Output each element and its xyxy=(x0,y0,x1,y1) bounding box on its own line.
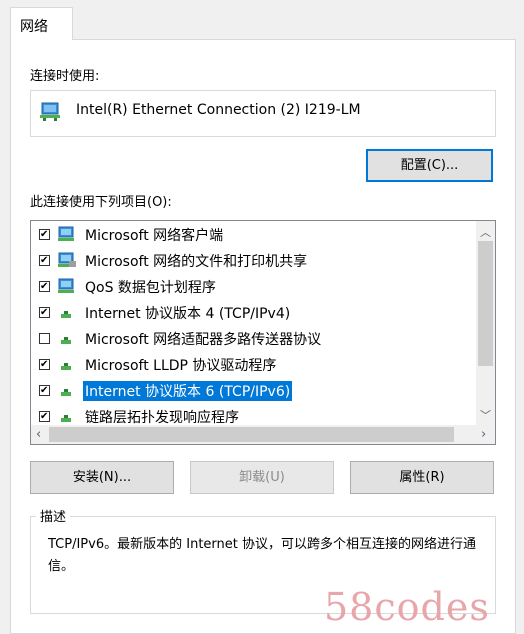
vertical-scroll-thumb[interactable] xyxy=(478,241,493,366)
item-checkbox[interactable] xyxy=(39,281,50,292)
items-label: 此连接使用下列项目(O): xyxy=(30,195,172,210)
components-list[interactable]: Microsoft 网络客户端 Microsoft 网络的文件和打印机共享 QoS … xyxy=(30,220,496,445)
item-label: Internet 协议版本 4 (TCP/IPv4) xyxy=(85,306,291,322)
install-button[interactable]: 安装(N)... xyxy=(30,461,174,494)
item-checkbox[interactable] xyxy=(39,229,50,240)
horizontal-scroll-thumb[interactable] xyxy=(49,427,454,442)
vertical-scrollbar[interactable]: ︿ ﹀ xyxy=(476,221,495,425)
item-checkbox[interactable] xyxy=(39,411,50,422)
list-item[interactable]: Microsoft 网络客户端 xyxy=(31,222,471,248)
list-item[interactable]: 链路层拓扑发现响应程序 xyxy=(31,404,471,425)
description-title: 描述 xyxy=(36,506,71,525)
horizontal-scrollbar[interactable]: ‹ › xyxy=(31,425,495,444)
connect-using-label: 连接时使用: xyxy=(30,69,100,84)
description-text: TCP/IPv6。最新版本的 Internet 协议，可以跨多个相互连接的网络进… xyxy=(48,537,476,574)
item-checkbox[interactable] xyxy=(39,255,50,266)
tab-bar: 网络 xyxy=(0,0,524,40)
list-item[interactable]: Microsoft 网络适配器多路传送器协议 xyxy=(31,326,471,352)
adapter-box: Intel(R) Ethernet Connection (2) I219-LM xyxy=(30,90,496,137)
item-checkbox[interactable] xyxy=(39,385,50,396)
item-label: Microsoft 网络适配器多路传送器协议 xyxy=(85,332,322,348)
file-printer-sharing-icon xyxy=(58,252,76,267)
watermark-logo: 58codes xyxy=(324,585,490,629)
item-label: Microsoft 网络客户端 xyxy=(85,228,224,244)
network-client-icon xyxy=(58,226,74,241)
scroll-up-icon[interactable]: ︿ xyxy=(480,224,491,240)
list-item[interactable]: QoS 数据包计划程序 xyxy=(31,274,471,300)
scroll-right-icon[interactable]: › xyxy=(481,427,486,442)
list-item[interactable]: Microsoft LLDP 协议驱动程序 xyxy=(31,352,471,378)
item-checkbox[interactable] xyxy=(39,307,50,318)
tab-networking[interactable]: 网络 xyxy=(10,7,73,40)
item-checkbox[interactable] xyxy=(39,359,50,370)
qos-scheduler-icon xyxy=(58,278,74,293)
properties-button[interactable]: 属性(R) xyxy=(350,461,494,494)
item-label: 链路层拓扑发现响应程序 xyxy=(85,410,239,425)
protocol-icon xyxy=(61,311,71,318)
item-label: Microsoft 网络的文件和打印机共享 xyxy=(85,254,308,270)
protocol-icon xyxy=(61,415,71,422)
protocol-icon xyxy=(61,363,71,370)
components-list-viewport: Microsoft 网络客户端 Microsoft 网络的文件和打印机共享 QoS … xyxy=(31,221,471,425)
configure-button[interactable]: 配置(C)... xyxy=(366,149,493,182)
scroll-left-icon[interactable]: ‹ xyxy=(36,427,41,442)
list-item[interactable]: Internet 协议版本 4 (TCP/IPv4) xyxy=(31,300,471,326)
item-label: Internet 协议版本 6 (TCP/IPv6) xyxy=(83,381,293,401)
list-item[interactable]: Internet 协议版本 6 (TCP/IPv6) xyxy=(31,378,471,404)
uninstall-button[interactable]: 卸载(U) xyxy=(190,461,334,494)
list-item[interactable]: Microsoft 网络的文件和打印机共享 xyxy=(31,248,471,274)
network-adapter-icon xyxy=(40,102,60,121)
item-label: QoS 数据包计划程序 xyxy=(85,280,216,296)
item-label: Microsoft LLDP 协议驱动程序 xyxy=(85,358,277,374)
adapter-name: Intel(R) Ethernet Connection (2) I219-LM xyxy=(76,102,361,118)
protocol-icon xyxy=(61,337,71,344)
protocol-icon xyxy=(61,389,71,396)
item-checkbox[interactable] xyxy=(39,333,50,344)
scroll-down-icon[interactable]: ﹀ xyxy=(480,407,491,423)
